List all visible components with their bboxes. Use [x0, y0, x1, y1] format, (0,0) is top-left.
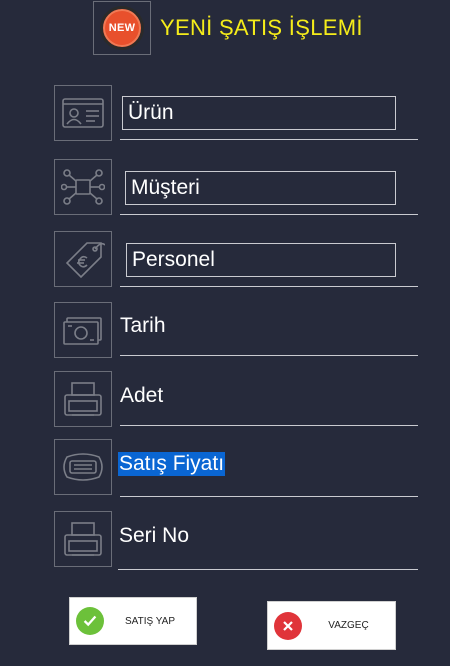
checkmark-icon [76, 607, 104, 635]
printer-icon [54, 371, 112, 427]
satis-yap-label: SATIŞ YAP [124, 615, 176, 627]
seri-no-underline [118, 569, 418, 570]
seri-no-field[interactable]: Seri No [119, 521, 189, 551]
card-icon [54, 439, 112, 495]
vazgec-label: VAZGEÇ [328, 620, 369, 631]
musteri-field[interactable]: Müşteri [125, 171, 396, 205]
id-card-icon [54, 85, 112, 141]
adet-underline [120, 425, 418, 426]
satis-fiyati-selected-text: Satış Fiyatı [118, 452, 226, 476]
header: NEW YENİ ŞATIŞ İŞLEMİ [93, 0, 363, 56]
banknote-icon [54, 302, 112, 358]
personel-underline [120, 286, 418, 287]
new-badge-logo: NEW [93, 1, 151, 55]
page-title: YENİ ŞATIŞ İŞLEMİ [160, 15, 363, 40]
network-icon [54, 159, 112, 215]
new-badge-icon: NEW [100, 6, 144, 50]
musteri-underline [120, 214, 418, 215]
urun-field[interactable]: Ürün [122, 96, 396, 130]
satis-fiyati-underline [120, 496, 418, 497]
cancel-x-icon [274, 611, 302, 640]
tarih-field[interactable]: Tarih [120, 311, 166, 341]
vazgec-button[interactable]: VAZGEÇ [267, 601, 396, 650]
satis-yap-button[interactable]: SATIŞ YAP [69, 597, 197, 645]
price-tag-icon [54, 231, 112, 287]
adet-field[interactable]: Adet [120, 381, 163, 411]
personel-field[interactable]: Personel [126, 243, 396, 277]
tarih-underline [120, 355, 418, 356]
printer-icon [54, 511, 112, 567]
satis-fiyati-field[interactable]: Satış Fiyatı [118, 449, 226, 479]
urun-underline [120, 139, 418, 140]
